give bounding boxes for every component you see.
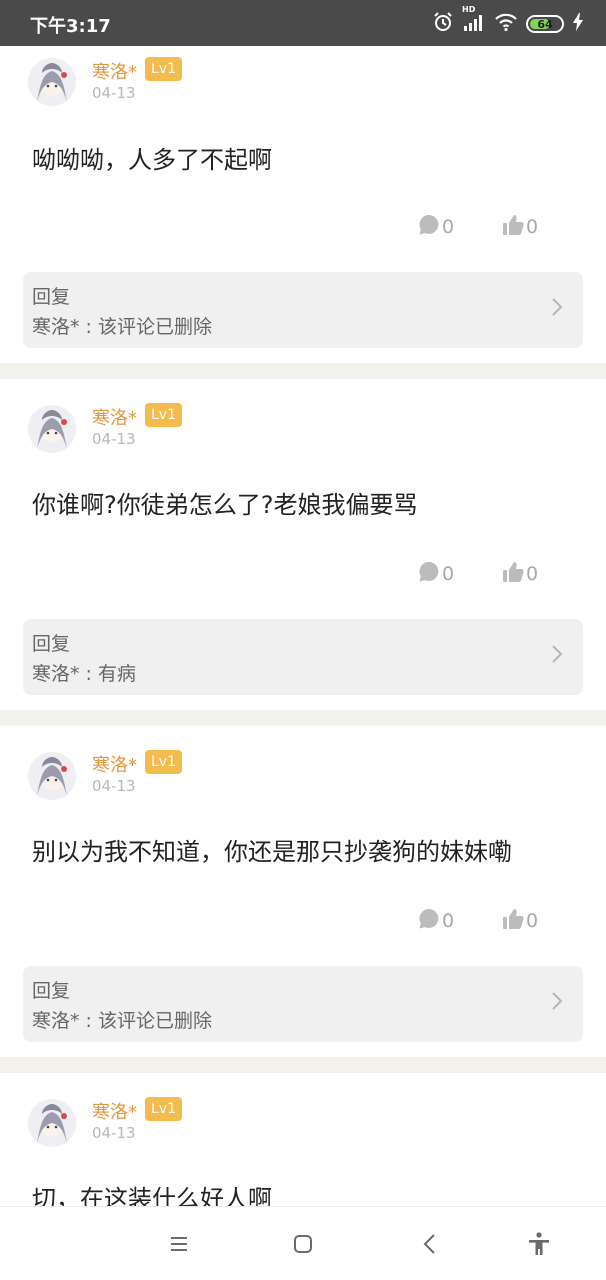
comment-action[interactable]: 0 xyxy=(418,907,454,935)
comment-text: 切，在这装什么好人啊 xyxy=(32,1185,272,1206)
like-count: 0 xyxy=(526,910,539,932)
reply-text: 寒洛* : 该评论已删除 xyxy=(32,1010,212,1032)
comment-feed[interactable]: 寒洛* Lv1 04-13 呦呦呦，人多了不起啊 0 0 回复 寒洛* : 该评… xyxy=(0,46,606,1206)
avatar[interactable] xyxy=(28,405,76,453)
signal-icon: HD xyxy=(462,5,486,36)
comment-text: 呦呦呦，人多了不起啊 xyxy=(32,146,272,174)
comment-count: 0 xyxy=(442,563,455,585)
status-time: 下午3:17 xyxy=(30,16,111,37)
level-badge: Lv1 xyxy=(145,403,182,427)
like-count: 0 xyxy=(526,216,539,238)
comment-card: 寒洛* Lv1 04-13 切，在这装什么好人啊 xyxy=(0,1073,606,1206)
charging-icon xyxy=(572,12,584,36)
reply-label: 回复 xyxy=(32,286,71,308)
level-badge: Lv1 xyxy=(145,750,182,774)
like-action[interactable]: 0 xyxy=(502,907,538,935)
comment-card: 寒洛* Lv1 04-13 别以为我不知道，你还是那只抄袭狗的妹妹嘞 0 0 回… xyxy=(0,726,606,1057)
menu-icon[interactable] xyxy=(166,1231,192,1257)
reply-text: 寒洛* : 该评论已删除 xyxy=(32,316,212,338)
reply-text: 寒洛* : 有病 xyxy=(32,663,136,685)
comment-bubble-icon xyxy=(418,561,440,588)
card-separator xyxy=(0,710,606,726)
level-badge: Lv1 xyxy=(145,57,182,81)
comment-text: 你谁啊?你徒弟怎么了?老娘我偏要骂 xyxy=(32,491,418,519)
like-count: 0 xyxy=(526,563,539,585)
alarm-icon xyxy=(432,11,454,37)
comment-card: 寒洛* Lv1 04-13 你谁啊?你徒弟怎么了?老娘我偏要骂 0 0 回复 寒… xyxy=(0,379,606,710)
comment-date: 04-13 xyxy=(92,84,136,102)
battery-percent: 64 xyxy=(537,17,553,31)
reply-preview[interactable]: 回复 寒洛* : 有病 xyxy=(23,619,583,695)
back-icon[interactable] xyxy=(418,1231,444,1257)
reply-label: 回复 xyxy=(32,633,71,655)
username[interactable]: 寒洛* xyxy=(92,751,137,777)
wifi-icon xyxy=(494,12,518,36)
battery-indicator: 64 xyxy=(526,15,564,33)
status-icons: HD 64 xyxy=(432,5,584,37)
chevron-right-icon xyxy=(551,991,563,1015)
thumbs-up-icon xyxy=(502,908,524,935)
status-bar: 下午3:17 HD 64 xyxy=(0,0,606,46)
reply-label: 回复 xyxy=(32,980,71,1002)
comment-bubble-icon xyxy=(418,214,440,241)
like-action[interactable]: 0 xyxy=(502,213,538,241)
username[interactable]: 寒洛* xyxy=(92,58,137,84)
comment-count: 0 xyxy=(442,216,455,238)
comment-count: 0 xyxy=(442,910,455,932)
comment-date: 04-13 xyxy=(92,1124,136,1142)
level-badge: Lv1 xyxy=(145,1097,182,1121)
avatar[interactable] xyxy=(28,752,76,800)
comment-date: 04-13 xyxy=(92,777,136,795)
thumbs-up-icon xyxy=(502,561,524,588)
comment-date: 04-13 xyxy=(92,430,136,448)
comment-text: 别以为我不知道，你还是那只抄袭狗的妹妹嘞 xyxy=(32,838,512,866)
username[interactable]: 寒洛* xyxy=(92,404,137,430)
comment-card: 寒洛* Lv1 04-13 呦呦呦，人多了不起啊 0 0 回复 寒洛* : 该评… xyxy=(0,46,606,363)
reply-preview[interactable]: 回复 寒洛* : 该评论已删除 xyxy=(23,272,583,348)
comment-action[interactable]: 0 xyxy=(418,560,454,588)
chevron-right-icon xyxy=(551,644,563,668)
username[interactable]: 寒洛* xyxy=(92,1098,137,1124)
accessibility-icon[interactable] xyxy=(526,1231,552,1257)
chevron-right-icon xyxy=(551,297,563,321)
hd-label: HD xyxy=(462,5,476,14)
reply-preview[interactable]: 回复 寒洛* : 该评论已删除 xyxy=(23,966,583,1042)
avatar[interactable] xyxy=(28,1099,76,1147)
system-nav-bar xyxy=(0,1206,606,1280)
thumbs-up-icon xyxy=(502,214,524,241)
like-action[interactable]: 0 xyxy=(502,560,538,588)
card-separator xyxy=(0,363,606,379)
comment-action[interactable]: 0 xyxy=(418,213,454,241)
comment-bubble-icon xyxy=(418,908,440,935)
card-separator xyxy=(0,1057,606,1073)
home-icon[interactable] xyxy=(290,1231,316,1257)
avatar[interactable] xyxy=(28,58,76,106)
